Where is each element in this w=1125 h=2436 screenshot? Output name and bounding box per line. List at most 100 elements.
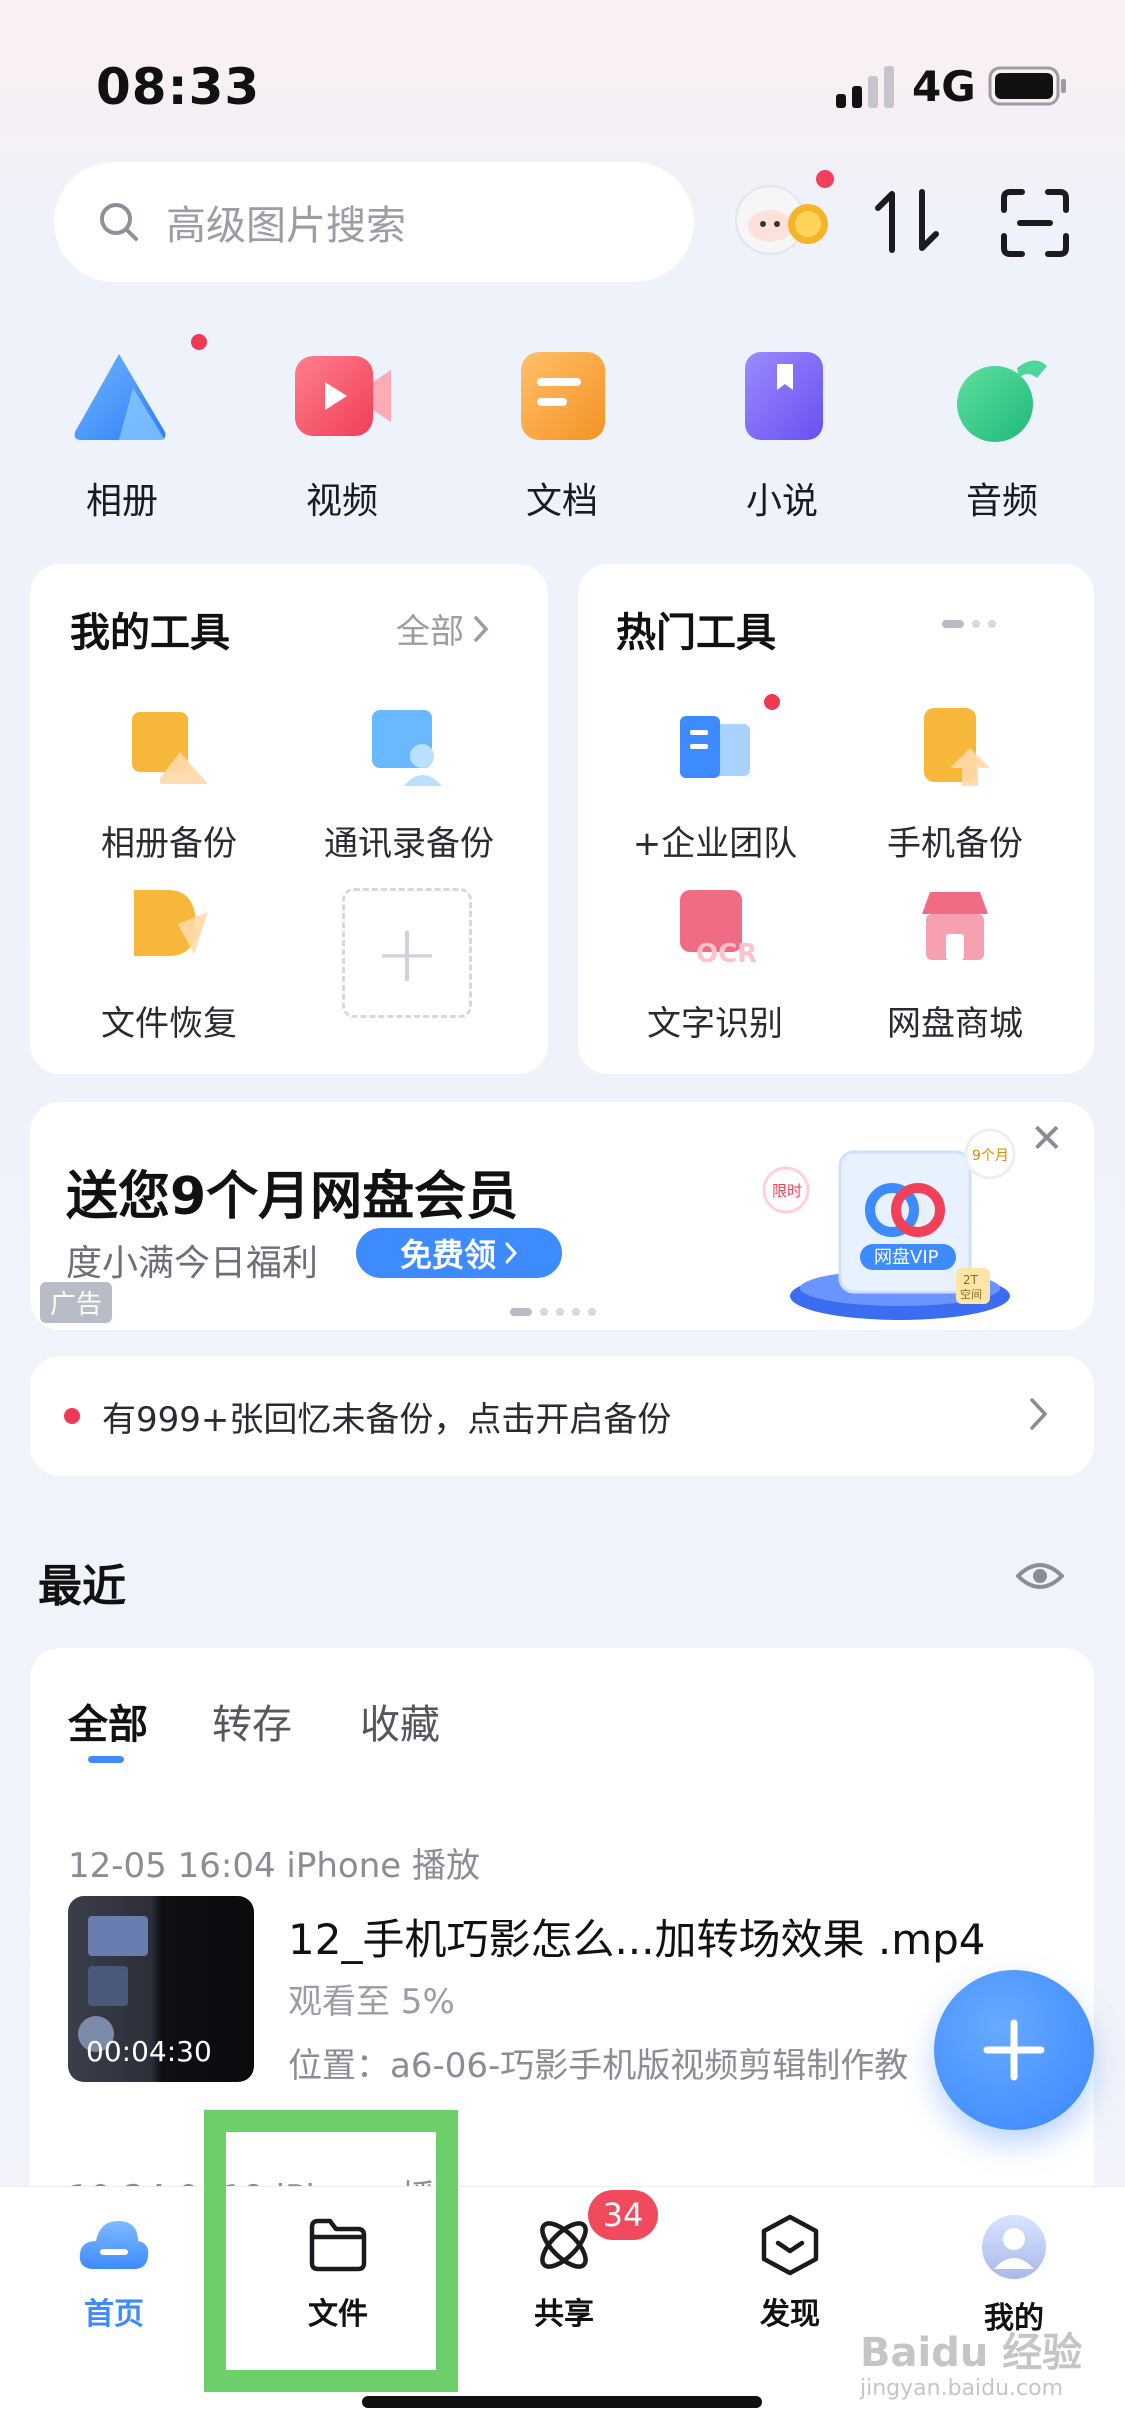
scan-icon[interactable] bbox=[1000, 188, 1070, 258]
audio-note-icon bbox=[957, 360, 1047, 442]
recent-card: 全部 转存 收藏 12-05 16:04 iPhone 播放 00:04:30 … bbox=[30, 1648, 1094, 2218]
tab-label: 首页 bbox=[84, 2297, 144, 2332]
file-name[interactable]: 12_手机巧影怎么...加转场效果 .mp4 bbox=[288, 1906, 986, 1967]
svg-text:9个月: 9个月 bbox=[972, 1148, 1009, 1164]
cellular-signal-icon bbox=[836, 66, 894, 108]
my-tools-all-link[interactable]: 全部 bbox=[396, 604, 490, 653]
category-album[interactable]: 相册 bbox=[42, 334, 207, 524]
hot-tools-card: 热门工具 +企业团队 手机备份 OCR 文字识别 网盘商城 bbox=[578, 564, 1094, 1074]
svg-text:空间: 空间 bbox=[960, 1287, 982, 1301]
category-label: 音频 bbox=[965, 481, 1038, 522]
share-badge: 34 bbox=[588, 2190, 658, 2240]
hot-tools-title: 热门工具 bbox=[616, 610, 776, 656]
tab-all[interactable]: 全部 bbox=[68, 1692, 148, 1750]
phone-backup-icon bbox=[924, 708, 990, 786]
mascot-notification-dot bbox=[816, 170, 834, 188]
tool-album-backup[interactable]: 相册备份 bbox=[54, 704, 284, 865]
category-novel[interactable]: 小说 bbox=[702, 348, 862, 524]
transfer-list-icon[interactable] bbox=[872, 186, 944, 256]
video-thumbnail[interactable]: 00:04:30 bbox=[68, 1896, 254, 2082]
novel-book-icon bbox=[745, 352, 823, 440]
tab-label: 共享 bbox=[534, 2297, 594, 2332]
tool-label: 相册备份 bbox=[101, 824, 237, 864]
document-icon bbox=[521, 352, 605, 440]
category-audio[interactable]: 音频 bbox=[922, 348, 1082, 524]
reminder-dot bbox=[64, 1408, 80, 1424]
my-tools-title: 我的工具 bbox=[70, 610, 230, 656]
chevron-right-icon bbox=[505, 1242, 518, 1264]
album-backup-icon bbox=[132, 712, 208, 784]
tab-label: 发现 bbox=[760, 2297, 820, 2332]
search-icon bbox=[100, 203, 138, 241]
tab-saved[interactable]: 转存 bbox=[212, 1692, 292, 1750]
category-label: 小说 bbox=[745, 481, 818, 522]
tool-phone-backup[interactable]: 手机备份 bbox=[840, 704, 1070, 865]
tool-enterprise-team[interactable]: +企业团队 bbox=[600, 694, 830, 865]
promo-title: 送您9个月网盘会员 bbox=[66, 1167, 519, 1227]
share-orbit-icon bbox=[540, 2221, 588, 2269]
backup-reminder-text: 有999+张回忆未备份，点击开启备份 bbox=[102, 1399, 672, 1440]
tool-store[interactable]: 网盘商城 bbox=[840, 884, 1070, 1045]
backup-reminder[interactable]: 有999+张回忆未备份，点击开启备份 bbox=[30, 1356, 1094, 1476]
home-cloud-icon bbox=[79, 2221, 149, 2269]
promo-button-label: 免费领 bbox=[399, 1236, 496, 1274]
tool-label: 网盘商城 bbox=[887, 1004, 1023, 1044]
profile-avatar-icon bbox=[982, 2215, 1046, 2279]
category-label: 文档 bbox=[525, 481, 598, 522]
category-video[interactable]: 视频 bbox=[262, 348, 422, 524]
tool-label: 文件恢复 bbox=[101, 1004, 237, 1044]
promo-subtitle: 度小满今日福利 bbox=[66, 1243, 319, 1284]
enterprise-notification-dot bbox=[764, 694, 780, 710]
category-label: 相册 bbox=[85, 481, 158, 522]
promo-banner[interactable]: 送您9个月网盘会员 度小满今日福利 免费领 广告 网盘VIP 限时 9个月 2T… bbox=[30, 1102, 1094, 1330]
recent-group-date: 12-05 16:04 iPhone 播放 bbox=[68, 1846, 480, 1886]
add-tool-icon: + bbox=[342, 888, 472, 1018]
discover-box-icon bbox=[761, 2214, 819, 2276]
tab-discover[interactable]: 发现 bbox=[710, 2213, 870, 2333]
watch-progress: 观看至 5% bbox=[288, 1982, 455, 2022]
add-tool-slot[interactable]: + bbox=[342, 888, 472, 1018]
my-tools-card: 我的工具 全部 相册备份 通讯录备份 文件恢复 + bbox=[30, 564, 548, 1074]
tool-label: 通讯录备份 bbox=[324, 824, 494, 864]
chevron-right-icon bbox=[1030, 1398, 1048, 1430]
tab-profile[interactable]: 我的 bbox=[934, 2213, 1094, 2337]
add-fab-button[interactable] bbox=[934, 1970, 1094, 2130]
ad-tag: 广告 bbox=[40, 1282, 113, 1323]
tool-label: 手机备份 bbox=[887, 824, 1023, 864]
album-notification-dot bbox=[191, 334, 207, 350]
svg-text:限时: 限时 bbox=[772, 1182, 802, 1200]
active-tab-indicator bbox=[88, 1756, 124, 1763]
home-indicator[interactable] bbox=[362, 2396, 762, 2408]
tool-label: +企业团队 bbox=[632, 824, 798, 864]
eye-icon[interactable] bbox=[1016, 1554, 1064, 1598]
close-icon[interactable]: ✕ bbox=[1030, 1116, 1064, 1162]
tool-contacts-backup[interactable]: 通讯录备份 bbox=[294, 704, 524, 865]
svg-text:2T: 2T bbox=[963, 1273, 979, 1287]
files-tab-highlight bbox=[204, 2110, 458, 2392]
svg-text:网盘VIP: 网盘VIP bbox=[874, 1247, 939, 1268]
file-location[interactable]: 位置：a6-06-巧影手机版视频剪辑制作教 bbox=[288, 2038, 988, 2087]
search-bar[interactable]: 高级图片搜索 bbox=[54, 162, 694, 282]
my-tools-all-label: 全部 bbox=[396, 612, 464, 652]
category-document[interactable]: 文档 bbox=[482, 348, 642, 524]
tool-ocr[interactable]: OCR 文字识别 bbox=[600, 884, 830, 1045]
chevron-right-icon bbox=[474, 615, 489, 642]
search-placeholder: 高级图片搜索 bbox=[166, 203, 406, 249]
ocr-icon: OCR bbox=[680, 890, 757, 969]
promo-claim-button[interactable]: 免费领 bbox=[356, 1228, 562, 1278]
file-recovery-icon bbox=[134, 890, 208, 956]
store-icon bbox=[922, 892, 988, 960]
tab-home[interactable]: 首页 bbox=[34, 2213, 194, 2333]
contacts-backup-icon bbox=[372, 710, 442, 786]
tab-favorites[interactable]: 收藏 bbox=[360, 1692, 440, 1750]
svg-text:OCR: OCR bbox=[696, 939, 757, 969]
recent-section-title: 最近 bbox=[38, 1561, 126, 1612]
network-type: 4G bbox=[912, 62, 976, 111]
promo-pager bbox=[510, 1308, 596, 1316]
category-label: 视频 bbox=[305, 481, 378, 522]
tool-file-recovery[interactable]: 文件恢复 bbox=[54, 884, 284, 1045]
battery-icon bbox=[988, 66, 1066, 106]
watermark-url: jingyan.baidu.com bbox=[860, 2376, 1064, 2401]
video-duration: 00:04:30 bbox=[86, 2035, 212, 2068]
hot-tools-pager bbox=[942, 620, 996, 628]
